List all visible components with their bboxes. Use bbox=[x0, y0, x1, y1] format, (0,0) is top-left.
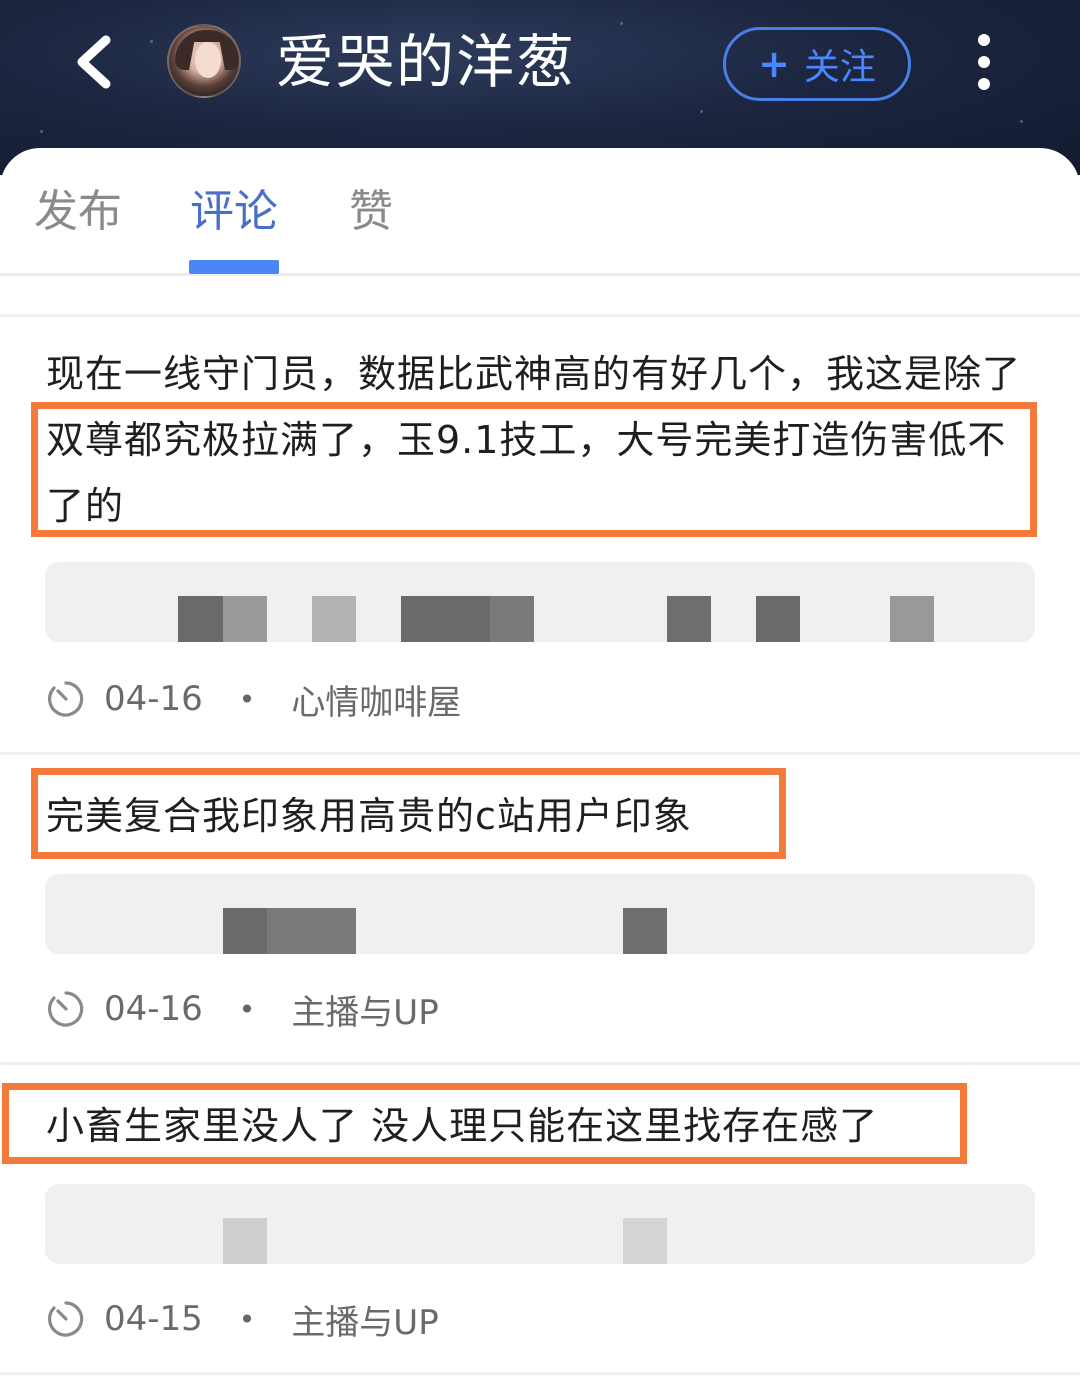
separator: • bbox=[238, 1302, 256, 1336]
comment-date: 04-16 bbox=[104, 989, 203, 1029]
highlight-box bbox=[31, 402, 1037, 537]
comment-date: 04-15 bbox=[104, 1299, 203, 1339]
topic-link[interactable]: 主播与UP bbox=[291, 1295, 438, 1344]
clock-icon bbox=[48, 1301, 84, 1337]
separator: • bbox=[238, 682, 256, 716]
page-title: 爱哭的洋葱 bbox=[276, 28, 577, 96]
clock-icon bbox=[48, 991, 84, 1027]
plus-icon: + bbox=[758, 42, 790, 86]
follow-label: 关注 bbox=[803, 47, 876, 88]
topic-link[interactable]: 主播与UP bbox=[291, 985, 438, 1034]
divider bbox=[0, 1062, 1080, 1065]
separator: • bbox=[238, 992, 256, 1026]
active-tab-indicator bbox=[189, 260, 279, 274]
tab-likes[interactable]: 赞 bbox=[349, 184, 393, 240]
topic-link[interactable]: 心情咖啡屋 bbox=[291, 675, 461, 724]
tab-publish[interactable]: 发布 bbox=[34, 184, 122, 240]
comment-meta: 04-15 • 主播与UP bbox=[46, 1295, 439, 1344]
comment-date: 04-16 bbox=[104, 679, 203, 719]
clock-icon bbox=[48, 681, 84, 717]
divider bbox=[0, 1372, 1080, 1375]
quoted-post[interactable] bbox=[45, 874, 1035, 954]
more-options-button[interactable] bbox=[968, 30, 1000, 94]
tab-bar: 发布 评论 赞 bbox=[0, 148, 1080, 276]
back-arrow-icon bbox=[77, 35, 111, 89]
highlight-box bbox=[31, 768, 786, 859]
back-button[interactable] bbox=[68, 30, 124, 94]
divider bbox=[0, 314, 1080, 317]
content-card: 发布 评论 赞 现在一线守门员，数据比武神高的有好几个，我这是除了双尊都究极拉满… bbox=[0, 148, 1080, 1378]
avatar[interactable] bbox=[167, 24, 241, 98]
tab-comments[interactable]: 评论 bbox=[190, 184, 278, 240]
highlight-box bbox=[2, 1083, 967, 1164]
follow-button[interactable]: + 关注 bbox=[723, 27, 911, 101]
quoted-post[interactable] bbox=[45, 1184, 1035, 1264]
quoted-post[interactable] bbox=[45, 562, 1035, 642]
comment-meta: 04-16 • 心情咖啡屋 bbox=[46, 675, 461, 724]
divider bbox=[0, 752, 1080, 755]
comment-meta: 04-16 • 主播与UP bbox=[46, 985, 439, 1034]
